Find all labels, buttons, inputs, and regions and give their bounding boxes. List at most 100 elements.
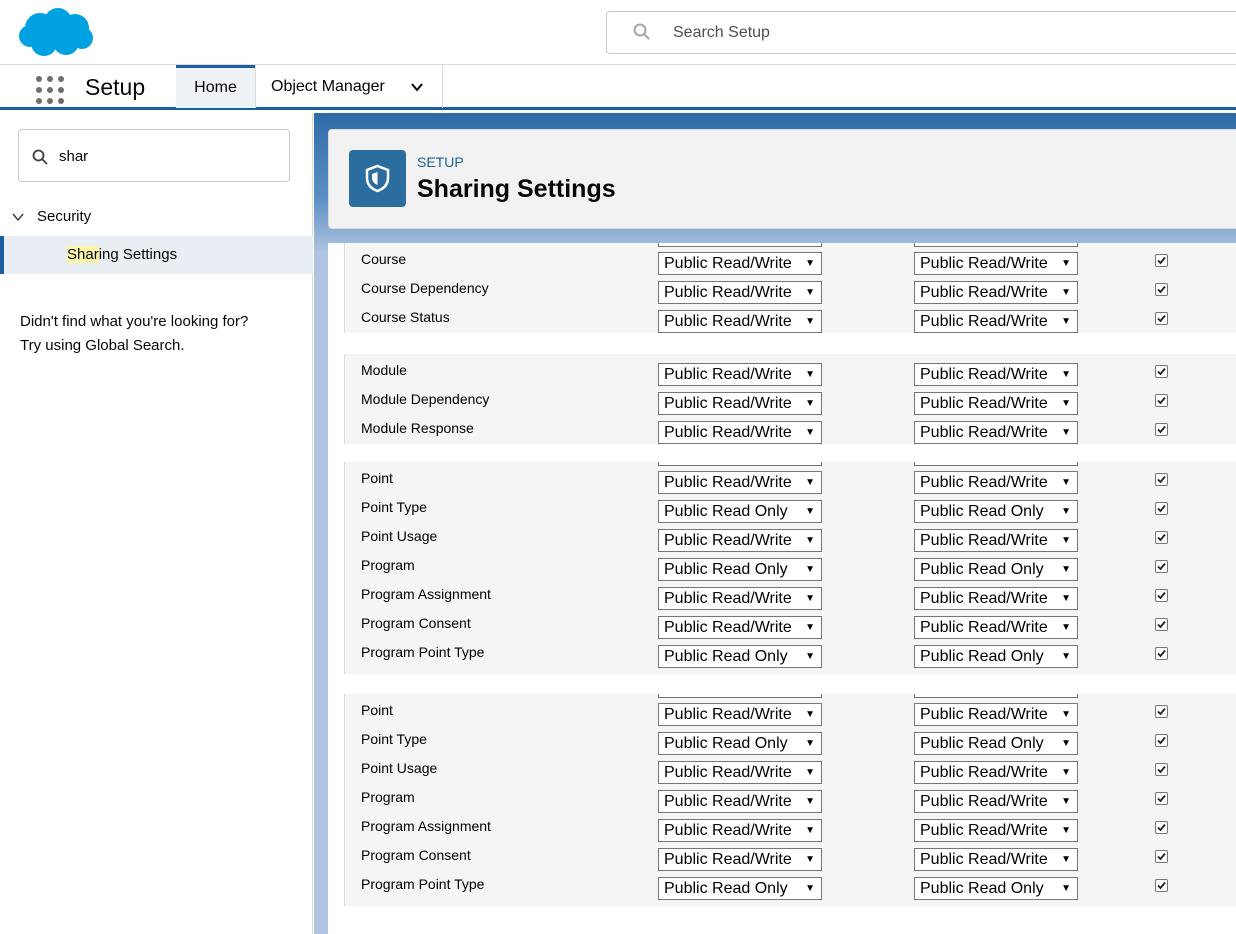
- external-access-value: Public Read/Write: [920, 255, 1048, 272]
- external-access-select[interactable]: Public Read Only ▼: [914, 558, 1078, 581]
- grant-access-checkbox[interactable]: [1155, 423, 1168, 436]
- internal-access-select[interactable]: Public Read/Write ▼: [658, 529, 822, 552]
- table-row: Point Public Read/Write ▼ Public Read/Write…: [345, 467, 1236, 496]
- grant-access-checkbox[interactable]: [1155, 394, 1168, 407]
- grant-access-checkbox[interactable]: [1155, 879, 1168, 892]
- tree-node-security[interactable]: Security: [0, 205, 313, 229]
- external-access-select[interactable]: Public Read/Write ▼: [914, 616, 1078, 639]
- internal-access-select[interactable]: Public Read/Write ▼: [658, 819, 822, 842]
- internal-access-select[interactable]: Public Read Only ▼: [658, 558, 822, 581]
- external-access-select[interactable]: Public Read/Write ▼: [914, 252, 1078, 275]
- grant-access-checkbox[interactable]: [1155, 283, 1168, 296]
- grant-access-checkbox[interactable]: [1155, 618, 1168, 631]
- internal-access-select[interactable]: Public Read/Write ▼: [658, 587, 822, 610]
- internal-access-select[interactable]: Public Read/Write ▼: [658, 363, 822, 386]
- external-access-select[interactable]: Public Read/Write ▼: [914, 281, 1078, 304]
- grant-access-checkbox[interactable]: [1155, 763, 1168, 776]
- tree-node-label: Security: [37, 208, 92, 225]
- external-access-select[interactable]: Public Read Only ▼: [914, 500, 1078, 523]
- tab-object-manager[interactable]: Object Manager: [255, 65, 443, 108]
- internal-access-select[interactable]: Public Read/Write ▼: [658, 281, 822, 304]
- grant-access-checkbox[interactable]: [1155, 850, 1168, 863]
- dropdown-arrow-icon: ▼: [1061, 369, 1071, 380]
- grant-access-checkbox[interactable]: [1155, 792, 1168, 805]
- external-access-value: Public Read/Write: [920, 474, 1048, 491]
- dropdown-arrow-icon: ▼: [805, 564, 815, 575]
- external-access-select[interactable]: Public Read Only ▼: [914, 645, 1078, 668]
- external-access-select[interactable]: Public Read/Write ▼: [914, 471, 1078, 494]
- grant-access-checkbox[interactable]: [1155, 531, 1168, 544]
- grant-access-checkbox[interactable]: [1155, 502, 1168, 515]
- grant-access-checkbox[interactable]: [1155, 705, 1168, 718]
- object-name: Program Point Type: [361, 644, 485, 660]
- table-row: Module Response Public Read/Write ▼ Public …: [345, 417, 1236, 446]
- internal-access-select[interactable]: Public Read/Write ▼: [658, 392, 822, 415]
- tree-node-sharing-settings[interactable]: Sharing Settings: [0, 236, 313, 274]
- chevron-down-icon[interactable]: [12, 211, 24, 223]
- internal-access-value: Public Read Only: [664, 561, 788, 578]
- tab-home[interactable]: Home: [176, 65, 255, 108]
- internal-access-select[interactable]: Public Read/Write ▼: [658, 790, 822, 813]
- grant-access-checkbox[interactable]: [1155, 821, 1168, 834]
- external-access-select[interactable]: Public Read/Write ▼: [914, 848, 1078, 871]
- internal-access-select[interactable]: Public Read/Write ▼: [658, 703, 822, 726]
- internal-access-value: Public Read/Write: [664, 619, 792, 636]
- internal-access-select[interactable]: Public Read/Write ▼: [658, 471, 822, 494]
- object-name: Module Dependency: [361, 391, 490, 407]
- dropdown-arrow-icon: ▼: [1061, 564, 1071, 575]
- internal-access-value: Public Read Only: [664, 880, 788, 897]
- grant-access-checkbox[interactable]: [1155, 589, 1168, 602]
- grant-access-checkbox[interactable]: [1155, 365, 1168, 378]
- internal-access-select[interactable]: Public Read/Write ▼: [658, 848, 822, 871]
- grant-access-checkbox[interactable]: [1155, 473, 1168, 486]
- internal-access-select[interactable]: Public Read Only ▼: [658, 877, 822, 900]
- external-access-select[interactable]: Public Read/Write ▼: [914, 819, 1078, 842]
- app-launcher-icon[interactable]: [36, 76, 64, 104]
- external-access-value: Public Read/Write: [920, 424, 1048, 441]
- grant-access-checkbox[interactable]: [1155, 647, 1168, 660]
- external-access-select[interactable]: Public Read Only ▼: [914, 732, 1078, 755]
- dropdown-arrow-icon: ▼: [805, 506, 815, 517]
- external-access-select[interactable]: Public Read/Write ▼: [914, 421, 1078, 444]
- dropdown-arrow-icon: ▼: [1061, 593, 1071, 604]
- chevron-down-icon[interactable]: [410, 80, 424, 94]
- external-access-select[interactable]: Public Read/Write ▼: [914, 310, 1078, 333]
- external-access-value: Public Read Only: [920, 561, 1044, 578]
- external-access-select[interactable]: Public Read/Write ▼: [914, 392, 1078, 415]
- internal-access-select[interactable]: Public Read/Write ▼: [658, 421, 822, 444]
- internal-access-select[interactable]: Public Read Only ▼: [658, 732, 822, 755]
- grant-access-checkbox[interactable]: [1155, 254, 1168, 267]
- table-row: Point Type Public Read Only ▼ Public Read O…: [345, 728, 1236, 757]
- external-access-select[interactable]: Public Read Only ▼: [914, 877, 1078, 900]
- setup-search-input[interactable]: Search Setup: [606, 11, 1236, 54]
- external-access-select[interactable]: Public Read/Write ▼: [914, 761, 1078, 784]
- checkmark-icon: [1157, 794, 1166, 803]
- internal-access-select[interactable]: Public Read Only ▼: [658, 645, 822, 668]
- internal-access-value: Public Read Only: [664, 503, 788, 520]
- table-row: Course Public Read/Write ▼ Public Read/Writ…: [345, 248, 1236, 277]
- external-access-select[interactable]: Public Read/Write ▼: [914, 703, 1078, 726]
- external-access-select[interactable]: Public Read/Write ▼: [914, 529, 1078, 552]
- checkmark-icon: [1157, 504, 1166, 513]
- external-access-select[interactable]: Public Read/Write ▼: [914, 363, 1078, 386]
- internal-access-select[interactable]: Public Read Only ▼: [658, 500, 822, 523]
- grant-access-checkbox[interactable]: [1155, 312, 1168, 325]
- table-row: Point Public Read/Write ▼ Public Read/Write…: [345, 699, 1236, 728]
- table-row: Program Consent Public Read/Write ▼ Public …: [345, 612, 1236, 641]
- tree-node-label-rest: ing Settings: [98, 246, 178, 263]
- quick-find-input[interactable]: shar: [18, 129, 290, 182]
- grant-access-checkbox[interactable]: [1155, 560, 1168, 573]
- object-name: Point: [361, 702, 393, 718]
- internal-access-select[interactable]: Public Read/Write ▼: [658, 310, 822, 333]
- internal-access-select[interactable]: Public Read/Write ▼: [658, 761, 822, 784]
- no-results-line: Didn't find what you're looking for?: [20, 313, 249, 330]
- external-access-select[interactable]: Public Read/Write ▼: [914, 790, 1078, 813]
- grant-access-checkbox[interactable]: [1155, 734, 1168, 747]
- internal-access-select[interactable]: Public Read/Write ▼: [658, 616, 822, 639]
- checkmark-icon: [1157, 425, 1166, 434]
- salesforce-logo[interactable]: [18, 6, 94, 58]
- external-access-select[interactable]: Public Read/Write ▼: [914, 587, 1078, 610]
- checkmark-icon: [1157, 591, 1166, 600]
- internal-access-value: Public Read/Write: [664, 395, 792, 412]
- internal-access-select[interactable]: Public Read/Write ▼: [658, 252, 822, 275]
